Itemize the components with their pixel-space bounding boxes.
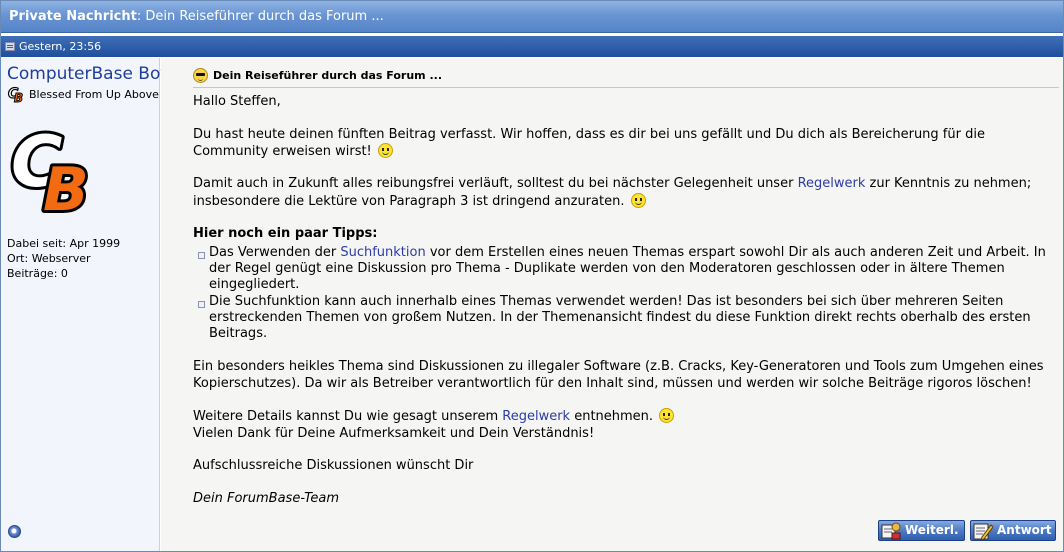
tips-heading: Hier noch ein paar Tipps: [193,226,378,242]
svg-text:B: B [14,91,23,104]
smile-icon [659,408,675,424]
svg-text:B: B [43,155,89,214]
user-posts: Beiträge: 0 [7,267,68,280]
reply-button[interactable]: Antwort [970,520,1056,541]
search-function-link[interactable]: Suchfunktion [340,245,425,260]
user-title: C B Blessed From Up Above [7,84,159,104]
title-prefix: Private Nachricht [9,9,137,24]
signature: Dein ForumBase-Team [193,490,340,506]
list-item: Die Suchfunktion kann auch innerhalb ein… [198,294,1061,343]
message-area: Dein Reiseführer durch das Forum ... Hal… [161,58,1063,551]
avatar: C C B B [9,124,92,214]
user-joined: Dabei seit: Apr 1999 [7,237,121,250]
date-bar: Gestern, 23:56 [1,36,1063,57]
message-subject: Dein Reiseführer durch das Forum ... [193,64,1059,88]
post-date: Gestern, 23:56 [19,40,102,53]
smile-icon [630,192,646,208]
paragraph-2-text-a: Damit auch in Zukunft alles reibungsfrei… [193,176,798,192]
paragraph-4-text-b: entnehmen. [570,409,654,425]
paragraph-3: Ein besonders heikles Thema sind Diskuss… [193,359,1044,391]
online-status-icon[interactable] [8,525,21,538]
rules-link[interactable]: Regelwerk [502,409,570,424]
message-subject-text: Dein Reiseführer durch das Forum ... [213,68,443,82]
paragraph-2: Damit auch in Zukunft alles reibungsfrei… [193,176,1061,210]
forward-button[interactable]: Weiterl. [878,520,965,541]
title-subject: : Dein Reiseführer durch das Forum ... [136,9,384,24]
cool-smiley-icon [193,68,208,83]
username-link[interactable]: ComputerBase Bot [7,64,167,84]
paragraph-4-text-a: Weitere Details kannst Du wie gesagt uns… [193,409,503,425]
paragraph-1-text: Du hast heute deinen fünften Beitrag ver… [193,126,985,159]
forward-button-label: Weiterl. [905,523,959,537]
rules-link[interactable]: Regelwerk [798,176,866,191]
reply-pencil-icon [973,523,993,540]
paragraph-1: Du hast heute deinen fünften Beitrag ver… [193,127,1061,161]
greeting: Hallo Steffen, [193,94,281,109]
closing: Aufschlussreiche Diskussionen wünscht Di… [193,458,474,474]
smile-icon [377,142,393,158]
paragraph-4-line-2: Vielen Dank für Deine Aufmerksamkeit und… [193,425,595,441]
user-info: Dabei seit: Apr 1999 Ort: Webserver Beit… [7,236,120,281]
tips-list: Das Verwenden der Suchfunktion vor dem E… [193,245,1061,343]
cb-logo-icon: C B [7,85,23,104]
window-title: Private Nachricht: Dein Reiseführer durc… [1,1,1063,33]
paragraph-4: Weitere Details kannst Du wie gesagt uns… [193,408,1061,442]
tip-1-text-a: Das Verwenden der [209,244,341,260]
message-body: Hallo Steffen, Du hast heute deinen fünf… [193,94,1061,523]
user-location: Ort: Webserver [7,252,91,265]
post-icon [5,42,15,51]
user-panel: ComputerBase Bot C B Blessed From Up Abo… [1,58,167,551]
list-item: Das Verwenden der Suchfunktion vor dem E… [198,244,1061,294]
user-title-text: Blessed From Up Above [29,87,159,101]
forward-message-icon [881,522,901,539]
reply-button-label: Antwort [997,523,1052,537]
